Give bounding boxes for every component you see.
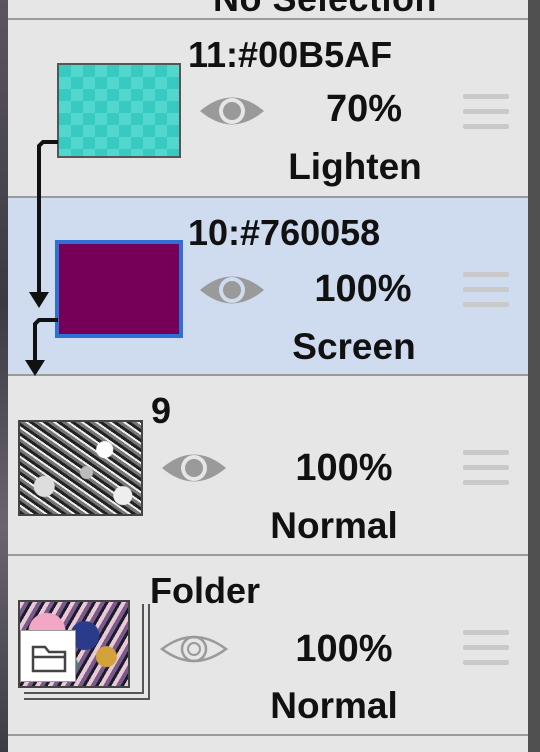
layer-opacity-11: 70%	[325, 88, 403, 130]
drag-handle-icon[interactable]	[463, 272, 509, 310]
drag-handle-icon[interactable]	[463, 450, 509, 488]
layer-name-10: 10:#760058	[188, 212, 381, 253]
layer-name-11: 11:#00B5AF	[188, 34, 393, 75]
layer-row-9[interactable]: 9 100% Normal	[8, 374, 528, 552]
layer-blend-9[interactable]: Normal	[224, 505, 444, 547]
layer-row-partial[interactable]	[8, 734, 528, 752]
folder-icon	[31, 645, 67, 673]
layer-blend-10[interactable]: Screen	[244, 326, 464, 368]
selection-header-label: No Selection	[213, 0, 437, 18]
layer-thumbnail-9[interactable]	[18, 420, 143, 516]
layer-blend-folder[interactable]: Normal	[224, 685, 444, 727]
eye-icon[interactable]	[160, 447, 228, 489]
scroll-edge	[528, 0, 540, 752]
layers-panel: No Selection 11:#00B5AF 70% Lighten 10:#…	[8, 0, 528, 752]
drag-handle-icon[interactable]	[463, 630, 509, 668]
eye-icon[interactable]	[198, 269, 266, 311]
eye-icon[interactable]	[160, 628, 228, 670]
layer-opacity-9: 100%	[295, 447, 393, 489]
folder-badge	[20, 630, 76, 682]
layer-name-9: 9	[151, 390, 172, 431]
layer-opacity-folder: 100%	[295, 628, 393, 670]
clip-arrow-icon	[25, 140, 58, 376]
drag-handle-icon[interactable]	[463, 94, 509, 132]
layer-blend-11[interactable]: Lighten	[245, 146, 465, 188]
layer-row-folder[interactable]: Folder 100% Normal	[8, 554, 528, 732]
canvas-edge	[0, 0, 8, 752]
eye-icon[interactable]	[198, 90, 266, 132]
layer-name-folder: Folder	[150, 570, 261, 611]
layer-opacity-10: 100%	[314, 268, 412, 310]
